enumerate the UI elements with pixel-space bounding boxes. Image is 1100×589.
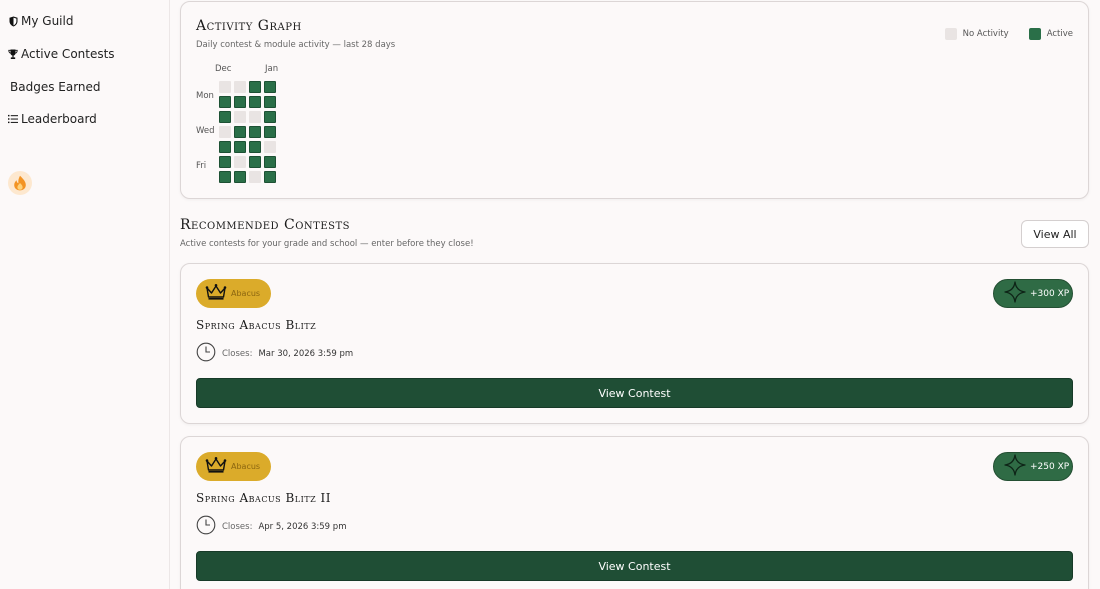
activity-cell-active	[249, 156, 261, 168]
day-label: Fri	[196, 161, 207, 171]
day-label: Wed	[196, 126, 215, 136]
activity-graph-card: Activity Graph Daily contest & module ac…	[180, 1, 1089, 199]
sidebar-item-label: Active Contests	[21, 47, 115, 61]
contest-title: Spring Abacus Blitz	[196, 318, 317, 332]
recommended-contests-subtitle: Active contests for your grade and schoo…	[180, 239, 474, 249]
contest-card: Abacus +300 XP Spring Abacus Blitz Close…	[180, 263, 1089, 424]
sidebar-item-active-contests[interactable]: Active Contests	[8, 47, 115, 61]
closes-date: Mar 30, 2026 3:59 pm	[258, 348, 354, 359]
view-all-button[interactable]: View All	[1021, 220, 1089, 248]
activity-cell-active	[219, 171, 231, 183]
xp-label: +300 XP	[1030, 288, 1070, 299]
xp-badge: +250 XP	[993, 452, 1073, 481]
activity-cell-none	[219, 81, 231, 93]
activity-cell-active	[234, 126, 246, 138]
closes-label: Closes:	[222, 348, 253, 359]
activity-cell-active	[264, 96, 276, 108]
activity-cell-active	[264, 111, 276, 123]
activity-cell-active	[249, 96, 261, 108]
month-label: Dec	[215, 64, 232, 74]
activity-cell-none	[219, 126, 231, 138]
activity-cell-none	[249, 111, 261, 123]
activity-cell-none	[249, 171, 261, 183]
sidebar-item-label: My Guild	[21, 14, 74, 28]
activity-heatmap: Dec Jan Mon Wed Fri	[196, 64, 316, 189]
category-label: Abacus	[231, 462, 261, 471]
xp-label: +250 XP	[1030, 461, 1070, 472]
activity-cell-active	[219, 156, 231, 168]
flame-icon[interactable]	[8, 171, 32, 195]
sidebar-item-label: Badges Earned	[10, 80, 101, 94]
category-tag: Abacus	[196, 452, 271, 481]
category-label: Abacus	[231, 289, 261, 298]
activity-cell-active	[249, 126, 261, 138]
activity-graph-subtitle: Daily contest & module activity — last 2…	[196, 40, 396, 50]
activity-cell-none	[234, 111, 246, 123]
activity-cell-active	[234, 171, 246, 183]
activity-cell-active	[249, 141, 261, 153]
closes-label: Closes:	[222, 521, 253, 532]
contest-card: Abacus +250 XP Spring Abacus Blitz II Cl…	[180, 436, 1089, 589]
legend-no-activity-swatch	[944, 28, 957, 40]
legend-active-label: Active	[1046, 29, 1073, 39]
sidebar: My Guild Active Contests Badges Earned L…	[0, 0, 170, 589]
view-contest-button[interactable]: View Contest	[196, 378, 1073, 408]
activity-cell-active	[264, 126, 276, 138]
crown-icon	[205, 456, 227, 478]
sparkle-icon	[1004, 454, 1026, 479]
view-contest-button[interactable]: View Contest	[196, 551, 1073, 581]
closes-date: Apr 5, 2026 3:59 pm	[258, 521, 347, 532]
trophy-icon	[8, 48, 18, 60]
crown-icon	[205, 283, 227, 305]
recommended-contests-title: Recommended Contests	[180, 217, 351, 233]
sidebar-item-badges-earned[interactable]: Badges Earned	[10, 80, 101, 94]
activity-cell-active	[264, 156, 276, 168]
activity-cell-active	[264, 81, 276, 93]
activity-cell-active	[219, 111, 231, 123]
month-label: Jan	[265, 64, 279, 74]
activity-cell-none	[264, 141, 276, 153]
sparkle-icon	[1004, 281, 1026, 306]
clock-icon	[196, 515, 216, 538]
activity-cell-active	[219, 96, 231, 108]
day-label: Mon	[196, 91, 214, 101]
legend-active-swatch	[1028, 28, 1041, 40]
contest-closes: Closes: Apr 5, 2026 3:59 pm	[196, 515, 346, 538]
xp-badge: +300 XP	[993, 279, 1073, 308]
activity-cell-active	[264, 171, 276, 183]
activity-cell-active	[249, 81, 261, 93]
activity-cell-active	[234, 96, 246, 108]
activity-cell-none	[234, 81, 246, 93]
legend-no-activity-label: No Activity	[962, 29, 1009, 39]
category-tag: Abacus	[196, 279, 271, 308]
activity-graph-title: Activity Graph	[196, 18, 302, 34]
activity-legend: No Activity Active	[944, 28, 1073, 40]
contest-closes: Closes: Mar 30, 2026 3:59 pm	[196, 342, 353, 365]
activity-cell-active	[234, 141, 246, 153]
sidebar-item-my-guild[interactable]: My Guild	[8, 14, 73, 28]
list-icon	[8, 113, 18, 125]
activity-cell-none	[234, 156, 246, 168]
sidebar-item-label: Leaderboard	[21, 112, 97, 126]
sidebar-item-leaderboard[interactable]: Leaderboard	[8, 112, 97, 126]
clock-icon	[196, 342, 216, 365]
contest-title: Spring Abacus Blitz II	[196, 491, 331, 505]
activity-cell-active	[219, 141, 231, 153]
shield-icon	[8, 15, 18, 27]
